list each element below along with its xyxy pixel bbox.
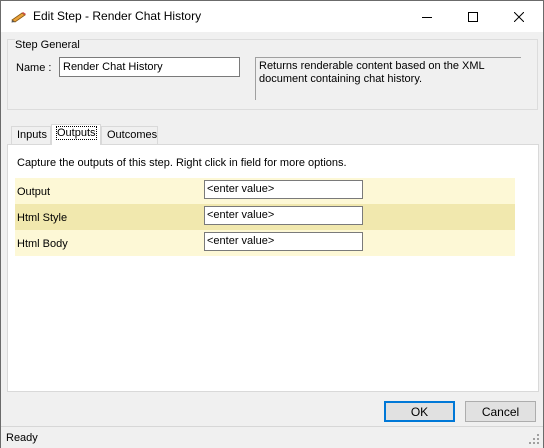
resize-grip-icon[interactable] [528, 433, 540, 445]
tab-inputs-label: Inputs [17, 129, 47, 141]
step-general-legend: Step General [15, 39, 80, 51]
html-style-label: Html Style [17, 212, 68, 224]
close-icon [514, 11, 524, 22]
tab-outcomes-label: Outcomes [107, 129, 158, 141]
table-row: Html Style <enter value> [15, 204, 515, 230]
tab-strip: Inputs Outputs Outcomes [9, 124, 539, 145]
table-row: Output <enter value> [15, 178, 515, 204]
pencil-icon [11, 12, 26, 23]
output-value-input[interactable]: <enter value> [204, 180, 363, 199]
cancel-button[interactable]: Cancel [465, 401, 536, 422]
name-input[interactable]: Render Chat History [59, 57, 240, 77]
html-body-label: Html Body [17, 238, 68, 250]
outputs-grid: Output <enter value> Html Style <enter v… [15, 178, 515, 256]
maximize-icon [468, 11, 478, 22]
html-style-value-input[interactable]: <enter value> [204, 206, 363, 225]
outputs-caption: Capture the outputs of this step. Right … [17, 157, 347, 169]
maximize-button[interactable] [450, 1, 496, 32]
output-label: Output [17, 186, 51, 198]
tab-inputs[interactable]: Inputs [11, 126, 51, 144]
status-text: Ready [6, 432, 38, 444]
close-button[interactable] [496, 1, 542, 32]
window-title: Edit Step - Render Chat History [33, 9, 202, 23]
tab-outputs-label: Outputs [56, 126, 97, 140]
name-label: Name : [16, 62, 52, 74]
step-description: Returns renderable content based on the … [255, 57, 521, 100]
tab-outputs[interactable]: Outputs [51, 124, 101, 145]
html-body-value-input[interactable]: <enter value> [204, 232, 363, 251]
status-bar: Ready [1, 426, 543, 448]
minimize-button[interactable] [404, 1, 450, 32]
outputs-panel: Capture the outputs of this step. Right … [7, 144, 539, 392]
ok-button[interactable]: OK [384, 401, 455, 422]
minimize-icon [422, 16, 432, 18]
title-bar[interactable]: Edit Step - Render Chat History [1, 1, 543, 32]
edit-step-dialog: Edit Step - Render Chat History Step Gen… [0, 0, 544, 448]
table-row: Html Body <enter value> [15, 230, 515, 256]
tab-outcomes[interactable]: Outcomes [101, 126, 158, 144]
